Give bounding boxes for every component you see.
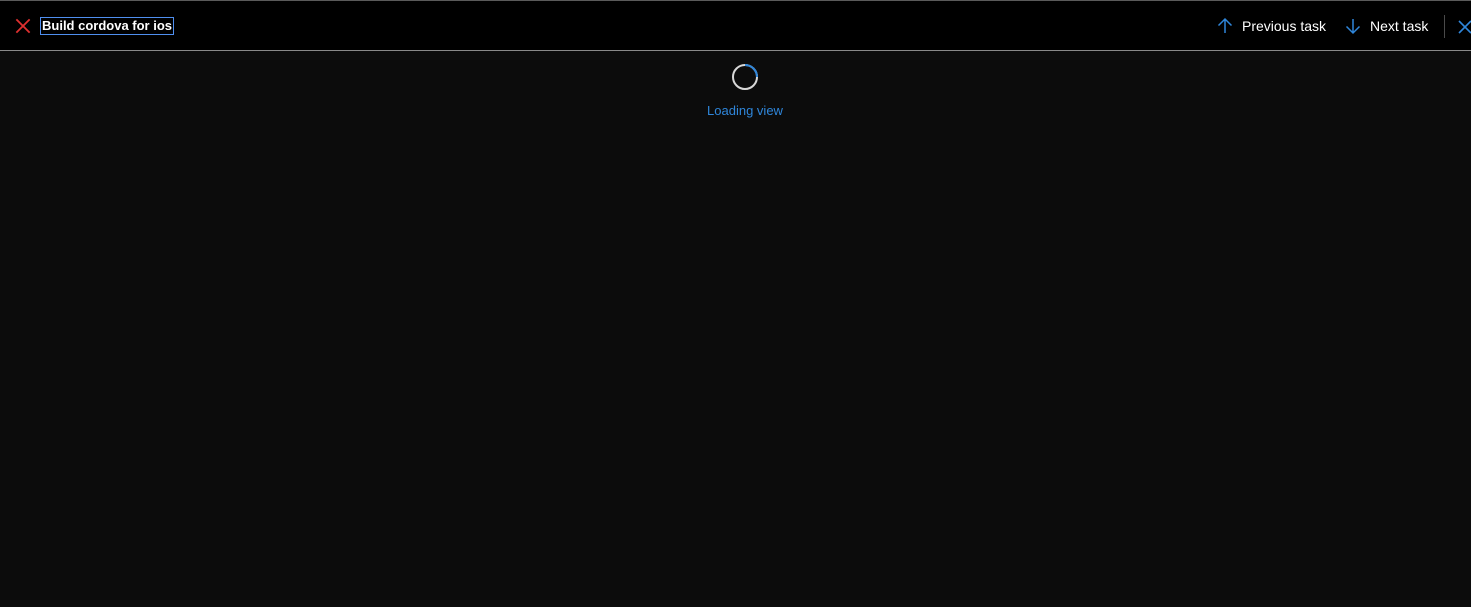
arrow-down-icon	[1345, 19, 1361, 35]
next-task-label: Next task	[1370, 18, 1429, 34]
previous-task-label: Previous task	[1242, 18, 1327, 34]
task-details-window: Build cordova for ios Previous task Next…	[0, 0, 1471, 607]
loading-text: Loading view	[707, 103, 783, 118]
task-header-bar: Build cordova for ios Previous task Next…	[0, 0, 1471, 51]
previous-task-button[interactable]: Previous task	[1216, 15, 1326, 37]
next-task-button[interactable]: Next task	[1344, 15, 1428, 37]
close-panel-button[interactable]	[1456, 18, 1471, 36]
loading-indicator: Loading view	[640, 62, 850, 122]
arrow-up-icon	[1217, 17, 1233, 33]
header-divider	[1444, 15, 1445, 38]
x-mark-icon	[14, 17, 32, 35]
loading-spinner-icon	[730, 62, 760, 92]
close-icon	[1458, 20, 1471, 34]
task-title[interactable]: Build cordova for ios	[40, 17, 175, 35]
